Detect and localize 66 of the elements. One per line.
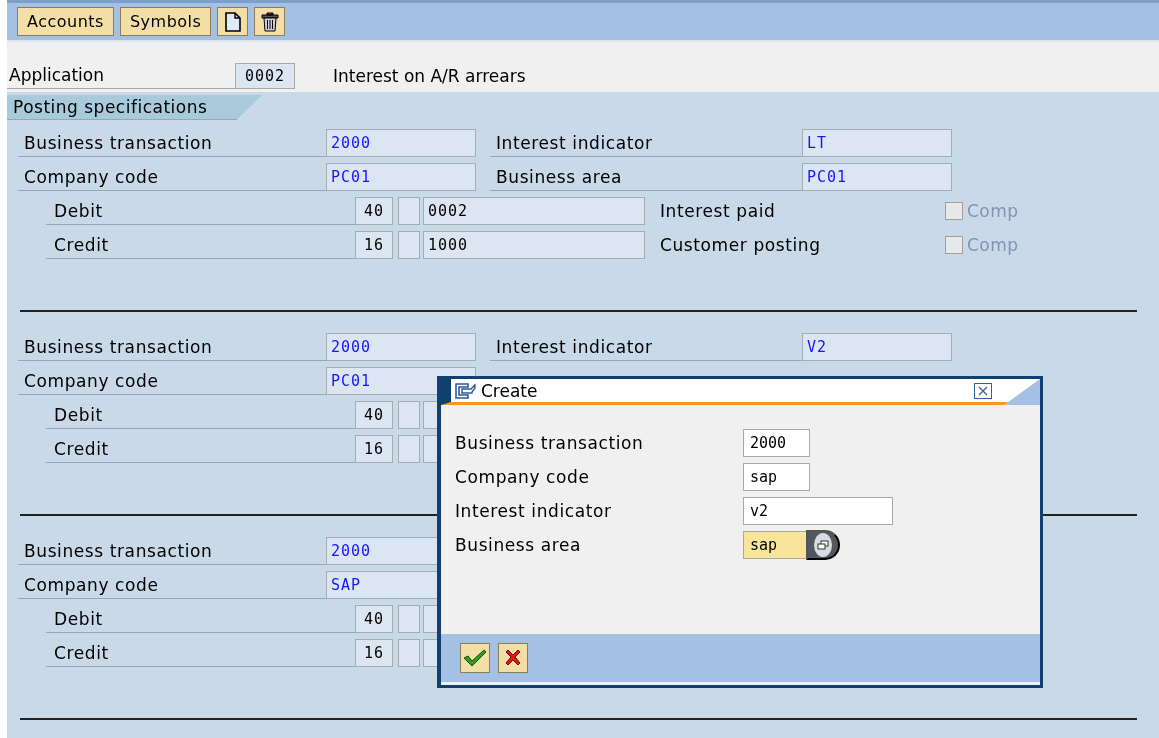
input-field[interactable]: 2000 <box>743 429 810 457</box>
posting-key-field[interactable]: 16 <box>355 435 393 463</box>
account-field[interactable]: 0002 <box>423 197 645 225</box>
delete-button[interactable] <box>254 7 286 37</box>
close-icon <box>978 385 988 396</box>
application-description: Interest on A/R arrears <box>333 65 526 88</box>
field-label: Interest indicator <box>455 501 613 521</box>
input-field[interactable] <box>398 401 420 429</box>
field-label: Business area <box>490 163 802 191</box>
toolbar-button[interactable]: Symbols <box>119 7 212 37</box>
field-label: Company code <box>455 467 591 487</box>
field-label: Application <box>7 62 235 89</box>
input-field[interactable]: PC01 <box>802 163 952 191</box>
document-icon <box>223 11 242 32</box>
input-field[interactable]: V2 <box>802 333 952 361</box>
posting-key-field[interactable]: 40 <box>355 605 393 633</box>
account-field[interactable]: 1000 <box>423 231 645 259</box>
posting-key-field[interactable]: 16 <box>355 231 393 259</box>
field-label: Company code <box>18 163 326 191</box>
input-field[interactable] <box>398 435 420 463</box>
field-label: Interest indicator <box>490 333 802 361</box>
posting-key-field[interactable]: 40 <box>355 401 393 429</box>
field-label: Debit <box>46 605 355 633</box>
input-field[interactable] <box>398 605 420 633</box>
input-field[interactable]: PC01 <box>326 163 476 191</box>
field-label: Debit <box>46 401 355 429</box>
field-label: Customer posting <box>659 234 822 257</box>
application-field[interactable]: 0002 <box>235 63 295 89</box>
dialog-title: Create <box>481 380 538 401</box>
cancel-button[interactable] <box>498 643 528 673</box>
section-tab[interactable]: Posting specifications <box>7 95 262 120</box>
input-field[interactable]: sap <box>743 531 807 559</box>
value-help-button[interactable] <box>806 530 840 560</box>
cross-icon <box>504 649 522 667</box>
input-field[interactable]: LT <box>802 129 952 157</box>
field-label: Company code <box>18 367 326 395</box>
confirm-button[interactable] <box>460 643 490 673</box>
checkbox-label: Comp <box>967 235 1019 255</box>
field-label: Credit <box>46 639 355 667</box>
trash-icon <box>260 11 279 32</box>
input-field[interactable]: sap <box>743 463 810 491</box>
posting-key-field[interactable]: 40 <box>355 197 393 225</box>
toolbar-button[interactable]: Accounts <box>17 7 114 37</box>
field-label: Business transaction <box>18 129 326 157</box>
field-label: Debit <box>46 197 355 225</box>
close-button[interactable] <box>974 382 992 399</box>
new-button[interactable] <box>217 7 249 37</box>
input-field[interactable] <box>398 231 420 259</box>
field-label: Company code <box>18 571 326 599</box>
field-label: Business transaction <box>18 537 326 565</box>
field-label: Credit <box>46 231 355 259</box>
windows-icon <box>817 540 829 550</box>
input-field[interactable]: 2000 <box>326 129 476 157</box>
input-field[interactable] <box>398 197 420 225</box>
window-icon <box>455 382 477 399</box>
checkmark-icon <box>463 649 487 667</box>
input-field[interactable]: 2000 <box>326 333 476 361</box>
input-field[interactable]: v2 <box>743 497 893 525</box>
field-label: Business transaction <box>455 433 645 453</box>
field-label: Credit <box>46 435 355 463</box>
checkbox-label: Comp <box>967 201 1019 221</box>
posting-key-field[interactable]: 16 <box>355 639 393 667</box>
field-label: Business transaction <box>18 333 326 361</box>
input-field[interactable] <box>398 639 420 667</box>
field-label: Interest indicator <box>490 129 802 157</box>
field-label: Interest paid <box>659 200 777 223</box>
